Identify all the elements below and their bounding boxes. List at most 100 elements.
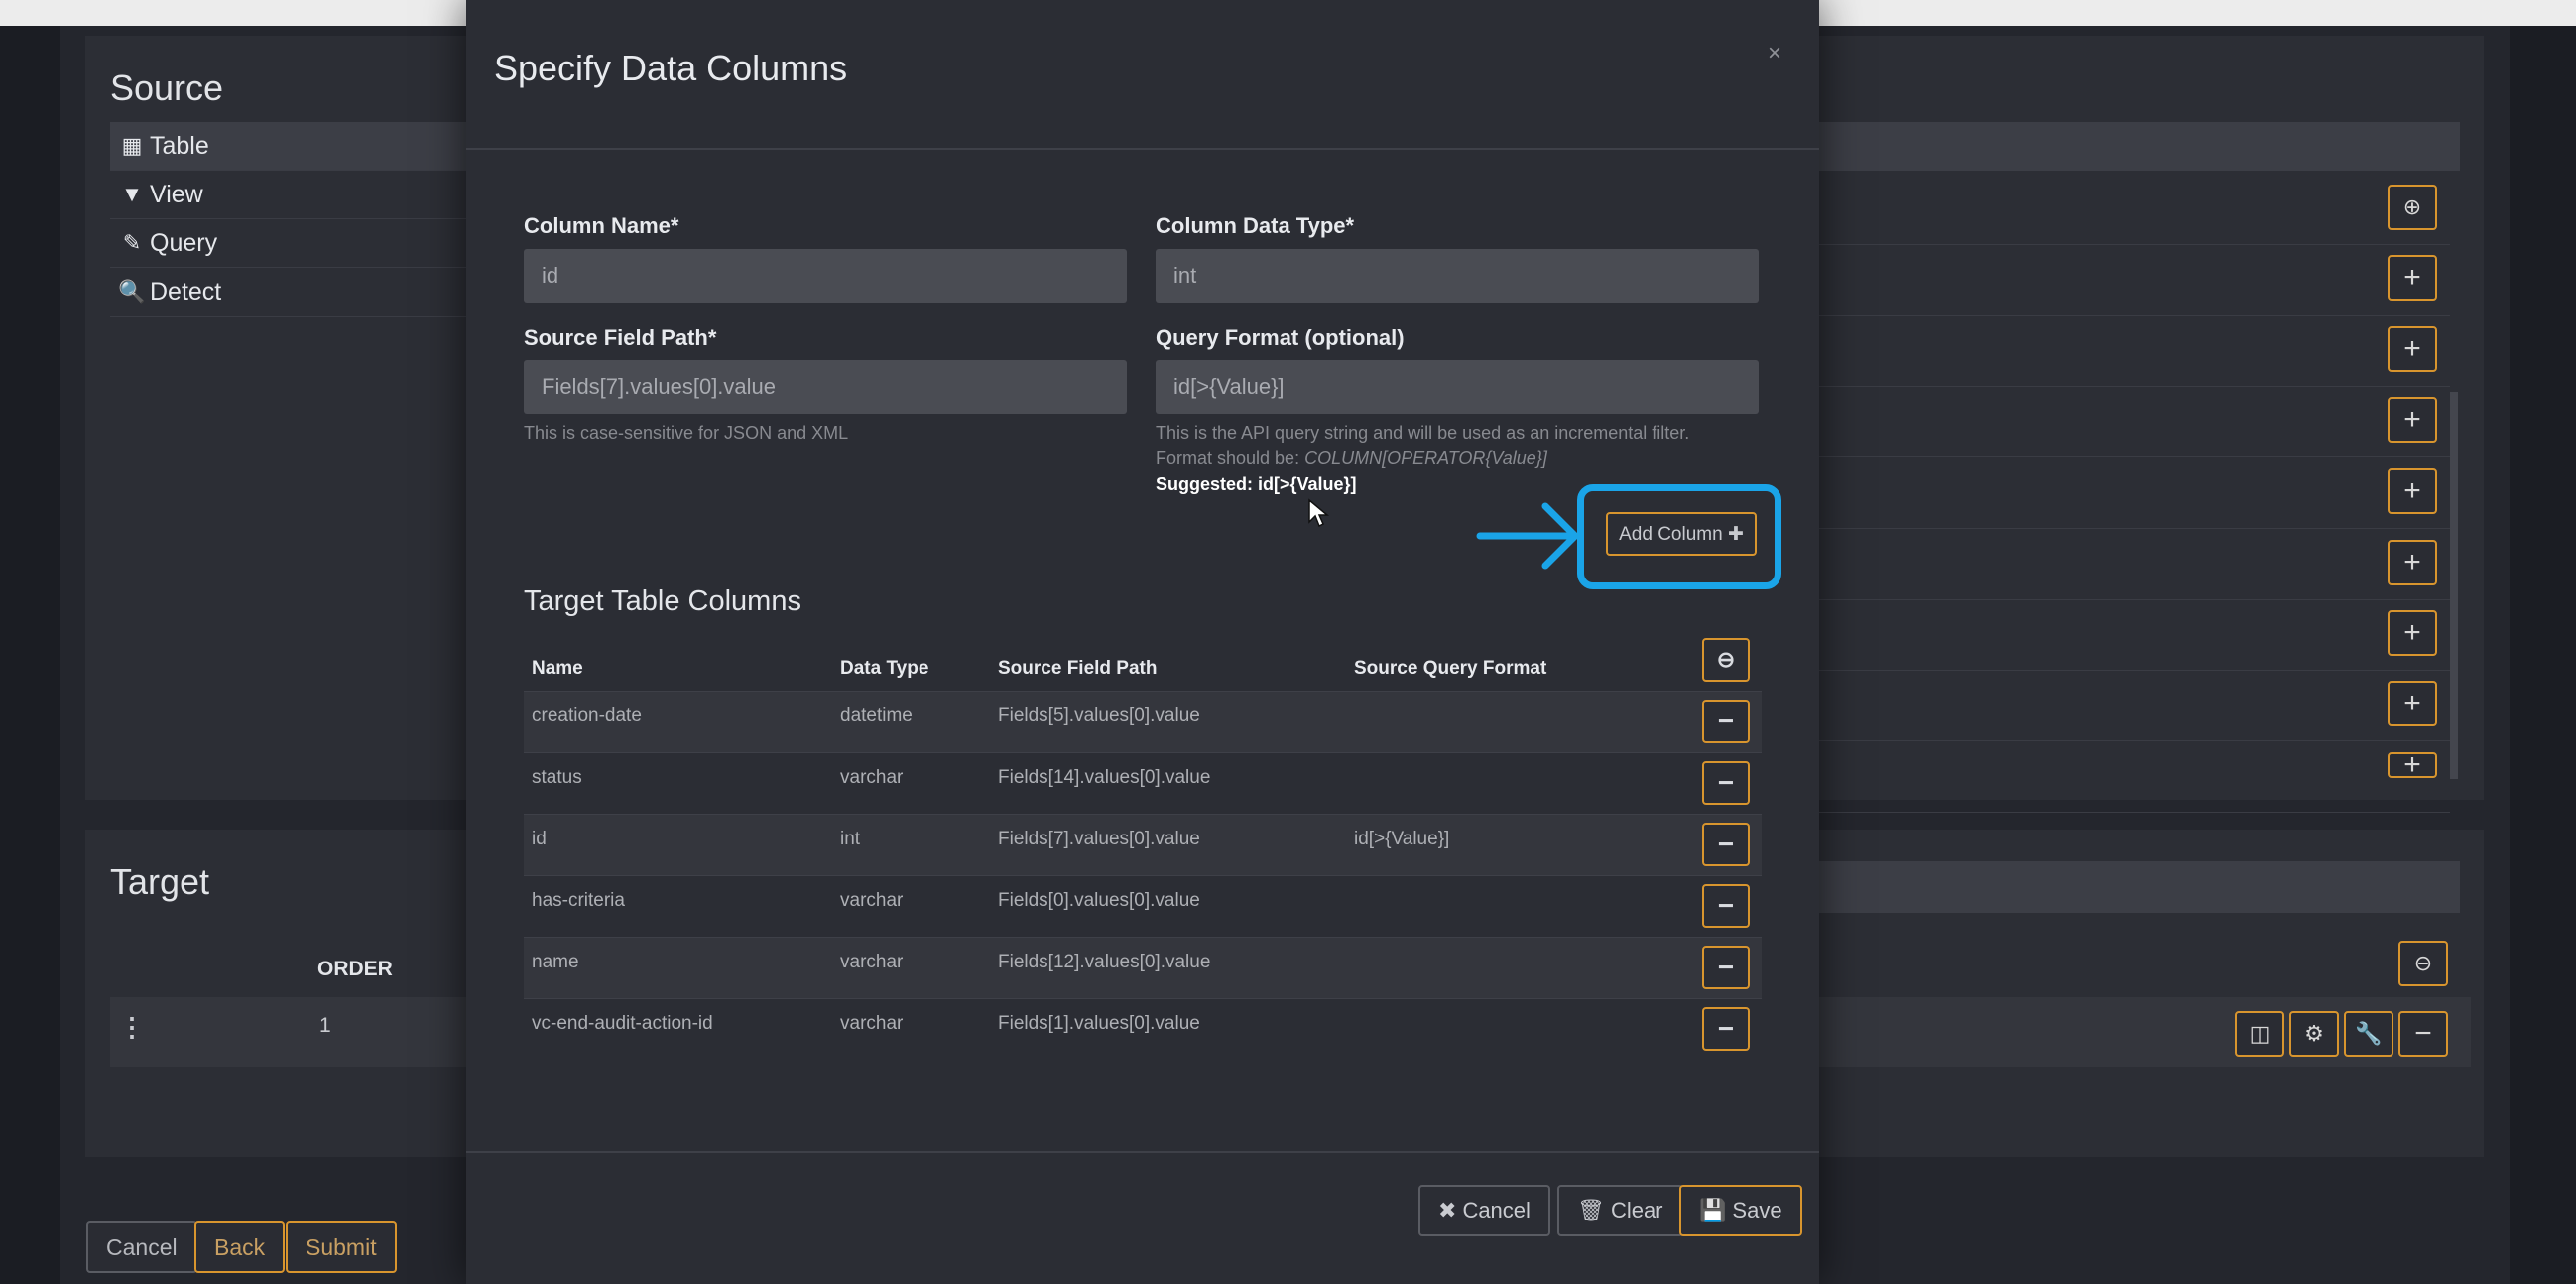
source-row-divider — [1815, 670, 2450, 671]
source-list: ▦ Table ▼ View ✎ Query 🔍 Detect — [110, 122, 507, 317]
remove-column-button[interactable]: − — [1702, 1007, 1750, 1051]
wrench-icon: 🔧 — [2355, 1021, 2383, 1046]
modal-save-button[interactable]: 💾 Save — [1679, 1185, 1802, 1236]
minus-icon: − — [1717, 952, 1735, 982]
source-add-button[interactable]: + — [2388, 610, 2437, 656]
cell-type: varchar — [840, 767, 904, 788]
source-row-divider — [1815, 244, 2450, 245]
source-item-table[interactable]: ▦ Table — [110, 122, 507, 171]
modal-cancel-button[interactable]: ✖ Cancel — [1418, 1185, 1550, 1236]
table-row: has-criteria varchar Fields[0].values[0].v… — [524, 875, 1762, 937]
column-name-label: Column Name* — [524, 213, 679, 238]
source-field-path-input[interactable] — [524, 360, 1127, 414]
cell-type: varchar — [840, 1013, 904, 1034]
remove-all-targets-button[interactable]: ⊖ — [2398, 941, 2448, 986]
cell-path: Fields[0].values[0].value — [998, 890, 1200, 911]
modal-clear-label: Clear — [1610, 1198, 1663, 1222]
plus-icon: + — [2403, 474, 2421, 507]
source-add-button[interactable]: + — [2388, 255, 2437, 301]
add-column-button[interactable]: Add Column ✚ — [1606, 512, 1757, 556]
source-item-detect[interactable]: 🔍 Detect — [110, 268, 507, 317]
modal-title: Specify Data Columns — [494, 48, 848, 88]
cell-name: name — [532, 952, 579, 972]
query-format-input[interactable] — [1156, 360, 1759, 414]
query-format-label: Query Format (optional) — [1156, 325, 1405, 350]
cell-name: creation-date — [532, 706, 642, 726]
table-row: status varchar Fields[14].values[0].value — [524, 752, 1762, 814]
column-data-type-input[interactable] — [1156, 249, 1759, 303]
plus-icon: + — [2403, 748, 2421, 781]
source-item-label: Detect — [150, 277, 222, 306]
header-data-type: Data Type — [840, 658, 929, 679]
source-title: Source — [110, 67, 224, 108]
source-field-path-help: This is case-sensitive for JSON and XML — [524, 423, 849, 443]
filter-icon: ▼ — [121, 182, 143, 206]
source-add-button[interactable]: + — [2388, 748, 2437, 781]
cell-path: Fields[7].values[0].value — [998, 829, 1200, 849]
query-format-help: This is the API query string and will be… — [1156, 423, 1690, 443]
remove-all-columns-button[interactable]: ⊖ — [1702, 638, 1750, 682]
columns-button[interactable]: ◫ — [2235, 1011, 2284, 1057]
source-row-divider — [1815, 740, 2450, 741]
plus-icon: + — [2403, 616, 2421, 649]
minus-circle-icon: ⊖ — [2413, 951, 2433, 975]
cell-name: status — [532, 767, 582, 788]
drag-handle-icon[interactable]: ⋮ — [119, 1012, 145, 1043]
source-item-view[interactable]: ▼ View — [110, 171, 507, 219]
remove-column-button[interactable]: − — [1702, 823, 1750, 866]
plus-icon: + — [2403, 546, 2421, 578]
minus-icon: − — [1717, 829, 1735, 859]
column-name-input[interactable] — [524, 249, 1127, 303]
page-back-button[interactable]: Back — [194, 1221, 286, 1273]
target-title: Target — [110, 861, 210, 902]
order-header: ORDER — [317, 958, 393, 980]
source-item-label: Query — [150, 228, 218, 257]
remove-column-button[interactable]: − — [1702, 884, 1750, 928]
cell-type: int — [840, 829, 861, 849]
table-row: id int Fields[7].values[0].value id[>{Value… — [524, 814, 1762, 875]
source-scrollbar[interactable] — [2450, 392, 2458, 779]
cell-type: datetime — [840, 706, 913, 726]
page-submit-button[interactable]: Submit — [286, 1221, 397, 1273]
header-name: Name — [532, 658, 583, 679]
query-format-format-help: Format should be: COLUMN[OPERATOR{Value}… — [1156, 449, 1547, 468]
remove-column-button[interactable]: − — [1702, 761, 1750, 805]
mouse-cursor-icon — [1308, 498, 1330, 528]
cell-path: Fields[1].values[0].value — [998, 1013, 1200, 1034]
cell-query: id[>{Value}] — [1354, 829, 1450, 849]
source-add-button[interactable]: + — [2388, 468, 2437, 514]
source-row-divider — [1815, 812, 2450, 813]
plus-circle-icon: ⊕ — [2402, 194, 2422, 219]
source-add-button[interactable]: + — [2388, 540, 2437, 585]
source-add-button[interactable]: + — [2388, 681, 2437, 726]
cell-name: vc-end-audit-action-id — [532, 1013, 713, 1034]
minus-icon: − — [1717, 706, 1735, 736]
source-options-button[interactable]: ⊕ — [2388, 185, 2437, 230]
modal-clear-button[interactable]: 🗑 Clear — [1557, 1185, 1683, 1236]
columns-icon: ◫ — [2249, 1021, 2270, 1046]
source-add-button[interactable]: + — [2388, 326, 2437, 372]
table-icon: ▦ — [121, 133, 143, 158]
cell-name: has-criteria — [532, 890, 625, 911]
source-add-button[interactable]: + — [2388, 397, 2437, 443]
cell-path: Fields[14].values[0].value — [998, 767, 1211, 788]
plus-icon: + — [2403, 403, 2421, 436]
target-header-strip — [1815, 861, 2460, 913]
source-row-divider — [1815, 456, 2450, 457]
remove-column-button[interactable]: − — [1702, 946, 1750, 989]
source-item-query[interactable]: ✎ Query — [110, 219, 507, 268]
save-icon: 💾 — [1699, 1198, 1727, 1222]
remove-target-button[interactable]: − — [2398, 1011, 2448, 1057]
tools-button[interactable]: 🔧 — [2344, 1011, 2393, 1057]
header-source-query-format: Source Query Format — [1354, 658, 1547, 679]
cell-name: id — [532, 829, 547, 849]
page-cancel-button[interactable]: Cancel — [86, 1221, 197, 1273]
settings-button[interactable]: ⚙ — [2289, 1011, 2339, 1057]
cell-path: Fields[12].values[0].value — [998, 952, 1211, 972]
source-row-divider — [1815, 315, 2450, 316]
source-row-divider — [1815, 599, 2450, 600]
specify-data-columns-modal: Specify Data Columns × Column Name* Colu… — [466, 0, 1819, 1284]
column-data-type-label: Column Data Type* — [1156, 213, 1355, 238]
close-icon[interactable]: × — [1768, 40, 1781, 67]
remove-column-button[interactable]: − — [1702, 700, 1750, 743]
